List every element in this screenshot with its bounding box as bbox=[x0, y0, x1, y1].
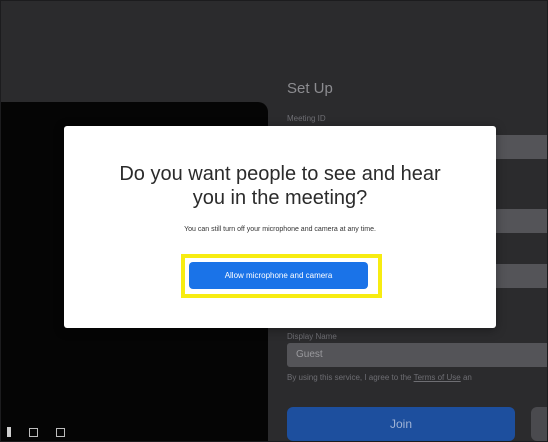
microphone-icon[interactable] bbox=[7, 427, 11, 437]
terms-suffix: an bbox=[460, 373, 472, 382]
permission-dialog: Do you want people to see and hear you i… bbox=[64, 126, 496, 328]
dialog-title-line-1: Do you want people to see and hear bbox=[119, 163, 441, 185]
terms-agreement: By using this service, I agree to the Te… bbox=[287, 373, 472, 382]
display-name-value: Guest bbox=[296, 349, 323, 360]
camera-icon[interactable] bbox=[29, 427, 38, 437]
dialog-subtitle: You can still turn off your microphone a… bbox=[184, 226, 376, 233]
meeting-id-label: Meeting ID bbox=[287, 114, 326, 123]
display-name-label: Display Name bbox=[287, 332, 337, 341]
dialog-title-line-2: you in the meeting? bbox=[192, 187, 368, 209]
video-controls bbox=[7, 427, 65, 437]
secondary-button[interactable] bbox=[531, 407, 547, 441]
display-name-field[interactable] bbox=[287, 343, 547, 367]
window-frame: Set Up Meeting ID Display Name Guest By … bbox=[0, 0, 548, 442]
terms-prefix: By using this service, I agree to the bbox=[287, 373, 414, 382]
dialog-title: Do you want people to see and hear you i… bbox=[64, 162, 496, 210]
allow-microphone-camera-button[interactable]: Allow microphone and camera bbox=[189, 262, 368, 289]
join-button[interactable]: Join bbox=[287, 407, 515, 441]
expand-icon[interactable] bbox=[56, 427, 65, 437]
terms-of-use-link[interactable]: Terms of Use bbox=[414, 373, 461, 382]
setup-title: Set Up bbox=[287, 80, 333, 97]
